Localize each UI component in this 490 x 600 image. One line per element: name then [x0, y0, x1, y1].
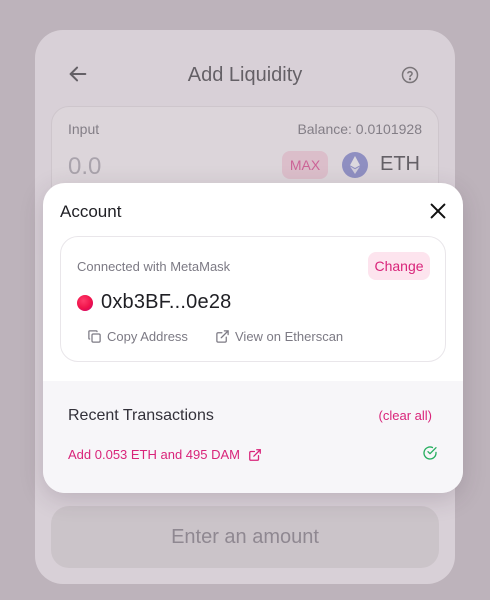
external-link-icon	[216, 330, 229, 343]
balance-text: Balance: 0.0101928	[297, 121, 422, 137]
view-on-etherscan-link[interactable]: View on Etherscan	[215, 329, 343, 344]
transaction-link[interactable]: Add 0.053 ETH and 495 DAM	[68, 447, 262, 462]
copy-icon	[88, 330, 101, 343]
clear-all-button[interactable]: (clear all)	[379, 408, 432, 423]
account-modal: Account Connected with MetaMask Change 0…	[43, 183, 463, 493]
connected-wallet-text: Connected with MetaMask	[77, 259, 231, 274]
account-address: 0xb3BF...0e28	[101, 291, 232, 313]
ethereum-icon[interactable]	[342, 152, 368, 178]
enter-amount-button[interactable]: Enter an amount	[51, 506, 439, 568]
input-label: Input	[68, 121, 100, 137]
account-card: Connected with MetaMask Change 0xb3BF...…	[60, 236, 446, 362]
modal-title: Account	[60, 202, 122, 221]
close-icon[interactable]	[427, 200, 449, 222]
recent-transactions-section: Recent Transactions (clear all) Add 0.05…	[43, 381, 463, 493]
token-select[interactable]: ETH	[380, 153, 420, 176]
check-circle-icon	[423, 446, 437, 460]
change-wallet-button[interactable]: Change	[368, 252, 430, 280]
avatar	[77, 295, 93, 311]
external-link-icon	[249, 448, 261, 461]
transaction-label: Add 0.053 ETH and 495 DAM	[68, 447, 240, 462]
etherscan-label: View on Etherscan	[235, 329, 344, 344]
amount-input[interactable]: 0.0	[68, 153, 101, 181]
copy-address-label: Copy Address	[107, 329, 188, 344]
recent-transactions-title: Recent Transactions	[68, 407, 214, 424]
max-button[interactable]: MAX	[282, 151, 328, 179]
copy-address-button[interactable]: Copy Address	[87, 329, 188, 344]
question-circle-icon[interactable]	[401, 66, 419, 84]
page-title: Add Liquidity	[187, 64, 303, 86]
